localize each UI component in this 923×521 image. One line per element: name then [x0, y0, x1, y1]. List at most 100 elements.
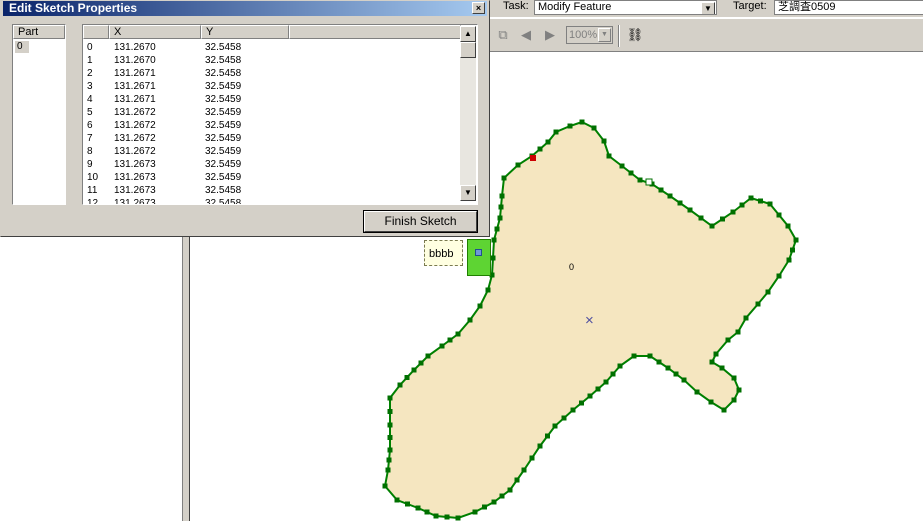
vertex-marker[interactable]	[725, 337, 731, 343]
vertex-marker[interactable]	[631, 353, 637, 359]
vertex-marker[interactable]	[628, 170, 634, 176]
scroll-up-icon[interactable]: ▲	[460, 26, 476, 42]
vertex-marker[interactable]	[561, 415, 567, 421]
vertex-marker[interactable]	[743, 315, 749, 321]
vertex-marker[interactable]	[387, 447, 393, 453]
table-row[interactable]: 6 131.2672 32.5459	[83, 119, 460, 132]
vertex-marker[interactable]	[786, 257, 792, 263]
vertex-marker[interactable]	[507, 487, 513, 493]
vertex-marker[interactable]	[529, 455, 535, 461]
vertex-marker[interactable]	[587, 393, 593, 399]
table-row[interactable]: 12 131.2673 32.5458	[83, 197, 460, 204]
vertex-marker[interactable]	[713, 351, 719, 357]
vertex-marker[interactable]	[545, 433, 550, 439]
vertex-marker[interactable]	[739, 202, 745, 208]
green-marker[interactable]	[467, 239, 491, 276]
vertex-marker[interactable]	[491, 237, 497, 243]
hollow-vertex[interactable]	[645, 178, 653, 186]
vertex-marker[interactable]	[491, 499, 497, 505]
vertex-marker[interactable]	[767, 201, 773, 207]
task-combo[interactable]: Modify Feature ▼	[534, 0, 717, 15]
vertex-marker[interactable]	[552, 423, 558, 429]
window-divider[interactable]	[182, 237, 190, 521]
vertex-marker[interactable]	[790, 247, 795, 253]
vertex-marker[interactable]	[498, 204, 504, 210]
vertex-marker[interactable]	[658, 187, 664, 193]
vertex-marker[interactable]	[647, 353, 653, 359]
vertex-marker[interactable]	[411, 367, 417, 373]
vertex-marker[interactable]	[755, 301, 761, 307]
vertex-marker[interactable]	[785, 223, 791, 229]
table-row[interactable]: 10 131.2673 32.5459	[83, 171, 460, 184]
vertex-marker[interactable]	[515, 162, 521, 168]
vertex-marker[interactable]	[617, 363, 623, 369]
table-row[interactable]: 5 131.2672 32.5459	[83, 106, 460, 119]
vertex-marker[interactable]	[385, 467, 391, 473]
vertex-marker[interactable]	[415, 505, 421, 511]
zoom-dropdown-icon[interactable]: ▼	[598, 28, 611, 42]
vertex-marker[interactable]	[677, 200, 683, 206]
vertex-marker[interactable]	[499, 493, 505, 499]
vertex-marker[interactable]	[467, 317, 473, 323]
vertex-marker[interactable]	[776, 273, 782, 279]
vertex-marker[interactable]	[521, 467, 527, 473]
forward-icon[interactable]: ▶	[541, 26, 559, 44]
vertex-table[interactable]: X Y 0 131.2670 32.5458 1 131.2670 32.5458 2 131…	[82, 24, 478, 205]
vertex-marker[interactable]	[681, 377, 687, 383]
scroll-thumb[interactable]	[460, 42, 476, 58]
vertex-marker[interactable]	[694, 389, 700, 395]
vertex-marker[interactable]	[497, 215, 503, 221]
vertex-marker[interactable]	[514, 477, 520, 483]
part-list[interactable]: Part 0	[12, 24, 66, 205]
index-column-header[interactable]	[83, 25, 109, 39]
table-row[interactable]: 8 131.2672 32.5459	[83, 145, 460, 158]
vertex-marker[interactable]	[591, 125, 597, 131]
table-row[interactable]: 9 131.2673 32.5459	[83, 158, 460, 171]
vertex-marker[interactable]	[603, 379, 609, 385]
selected-vertex[interactable]	[530, 155, 536, 161]
vertex-marker[interactable]	[387, 395, 393, 401]
table-row[interactable]: 7 131.2672 32.5459	[83, 132, 460, 145]
vertex-marker[interactable]	[567, 123, 573, 129]
vertex-marker[interactable]	[709, 223, 715, 229]
vertex-marker[interactable]	[425, 353, 431, 359]
vertex-marker[interactable]	[424, 509, 430, 515]
vertex-marker[interactable]	[570, 407, 576, 413]
vertex-marker[interactable]	[673, 371, 679, 377]
table-row[interactable]: 11 131.2673 32.5458	[83, 184, 460, 197]
vertex-marker[interactable]	[455, 515, 461, 521]
lock-link-icon[interactable]: ⛓	[626, 26, 644, 44]
vertex-marker[interactable]	[553, 129, 559, 135]
vertex-marker[interactable]	[637, 177, 643, 183]
table-row[interactable]: 3 131.2671 32.5459	[83, 80, 460, 93]
target-combo[interactable]: 芝調査0509	[774, 0, 923, 15]
part-item[interactable]: 0	[15, 41, 29, 53]
vertex-marker[interactable]	[748, 195, 754, 201]
vertex-marker[interactable]	[404, 375, 410, 380]
vertex-marker[interactable]	[667, 193, 673, 199]
y-column-header[interactable]: Y	[201, 25, 289, 39]
vertex-marker[interactable]	[601, 138, 607, 144]
back-icon[interactable]: ◀	[517, 26, 535, 44]
table-row[interactable]: 0 131.2670 32.5458	[83, 41, 460, 54]
vertex-marker[interactable]	[708, 399, 714, 405]
vertex-marker[interactable]	[687, 207, 693, 213]
vertex-marker[interactable]	[472, 509, 478, 515]
vertex-marker[interactable]	[405, 501, 410, 507]
vertex-marker[interactable]	[386, 457, 392, 463]
vertex-marker[interactable]	[709, 359, 715, 365]
vertex-marker[interactable]	[610, 371, 616, 377]
vertex-marker[interactable]	[394, 497, 400, 503]
scroll-down-icon[interactable]: ▼	[460, 185, 476, 201]
part-column-header[interactable]: Part	[13, 25, 65, 39]
vertex-marker[interactable]	[720, 216, 725, 222]
vertex-marker[interactable]	[501, 175, 507, 181]
vertex-marker[interactable]	[595, 386, 601, 392]
vertex-marker[interactable]	[731, 397, 737, 403]
vertex-marker[interactable]	[731, 375, 737, 381]
vertex-marker[interactable]	[579, 119, 585, 125]
vertical-scrollbar[interactable]: ▲ ▼	[460, 26, 476, 201]
feature-label-box[interactable]: bbbb	[424, 240, 463, 266]
vertex-marker[interactable]	[482, 504, 487, 510]
vertex-marker[interactable]	[698, 215, 704, 221]
